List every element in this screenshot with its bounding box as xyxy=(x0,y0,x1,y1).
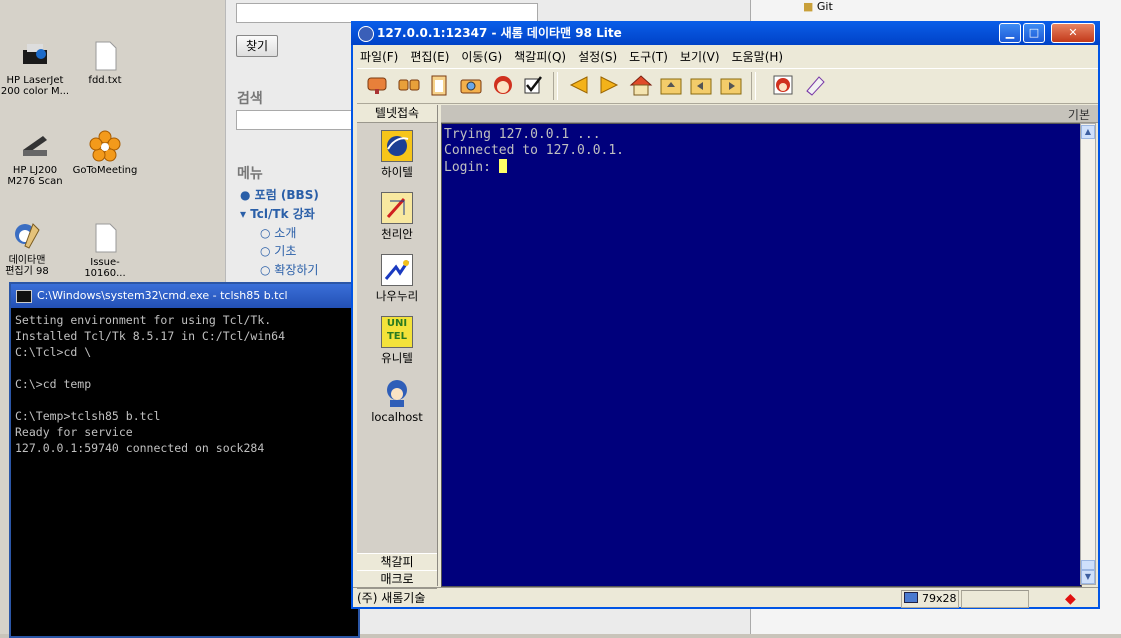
localhost-icon xyxy=(382,378,412,408)
datamen-editor-icon xyxy=(11,220,43,252)
scanner-icon xyxy=(19,130,51,162)
desktop-icon-datamen[interactable]: 데이타맨 편집기 98 xyxy=(0,220,62,277)
status-indicator-icon: ◆ xyxy=(1065,591,1076,607)
app-icon xyxy=(358,26,374,42)
desktop-icon-label: 데이타맨 편집기 98 xyxy=(5,255,49,277)
minimize-button[interactable]: ▁ xyxy=(999,23,1021,43)
desktop-icon-scanner[interactable]: HP LJ200 M276 Scan xyxy=(0,130,70,187)
search-heading: 검색 xyxy=(237,91,263,107)
unitel-icon: UNI TEL xyxy=(381,316,413,348)
hitel-icon xyxy=(381,130,413,162)
desktop-icon-fdd[interactable]: fdd.txt xyxy=(70,40,140,86)
menu-settings[interactable]: 설정(S) xyxy=(571,48,622,65)
folder-forward-icon[interactable] xyxy=(719,73,743,97)
scroll-thumb[interactable] xyxy=(1081,560,1095,570)
chollian-icon xyxy=(381,192,413,224)
folder-up-icon[interactable] xyxy=(659,73,683,97)
status-company: (주) 새롬기술 xyxy=(357,591,426,605)
text-file-icon xyxy=(89,222,121,254)
scroll-up-arrow[interactable]: ▲ xyxy=(1081,125,1095,139)
toolbar xyxy=(357,68,1098,104)
menu-goto[interactable]: 이동(G) xyxy=(454,48,507,65)
character-icon[interactable] xyxy=(491,73,515,97)
menu-item-basics[interactable]: ○ 기초 xyxy=(260,242,296,259)
desktop-icon-label: fdd.txt xyxy=(88,75,122,86)
explorer-item-git[interactable]: ■ Git xyxy=(803,0,833,13)
gotomeeting-icon xyxy=(89,130,121,162)
tab-default[interactable]: 기본 xyxy=(1068,106,1090,123)
datamen-window[interactable]: 127.0.0.1:12347 - 새롬 데이타맨 98 Lite ▁ □ ✕ … xyxy=(351,21,1100,609)
toolbar-separator xyxy=(553,72,558,100)
desktop-icon-label: GoToMeeting xyxy=(72,165,138,176)
sidebar-item-localhost[interactable]: localhost xyxy=(357,378,437,424)
menu-item-intro[interactable]: ○ 소개 xyxy=(260,224,296,241)
search-top-input[interactable] xyxy=(236,3,538,23)
statusbar: (주) 새롬기술 79x28 ◆ xyxy=(353,587,1098,608)
arrow-right-icon[interactable] xyxy=(597,73,621,97)
maximize-button[interactable]: □ xyxy=(1023,23,1045,43)
scroll-down-arrow[interactable]: ▼ xyxy=(1081,570,1095,584)
menu-edit[interactable]: 편집(E) xyxy=(403,48,454,65)
text-file-icon xyxy=(89,40,121,72)
desktop-icon-issue[interactable]: Issue-10160... xyxy=(70,222,140,279)
session-tabbar: 기본 xyxy=(441,105,1098,123)
window-title: 127.0.0.1:12347 - 새롬 데이타맨 98 Lite xyxy=(377,26,622,40)
menu-file[interactable]: 파일(F) xyxy=(353,48,403,65)
sidebar-item-unitel[interactable]: UNI TEL 유니텔 xyxy=(357,316,437,366)
home-icon[interactable] xyxy=(629,73,653,97)
menu-item-extend[interactable]: ○ 확장하기 xyxy=(260,261,318,278)
printer-icon xyxy=(19,40,51,72)
nownuri-icon xyxy=(381,254,413,286)
folder-icon: ■ xyxy=(803,0,814,13)
desktop-icon-printer[interactable]: HP LaserJet 200 color M... xyxy=(0,40,70,97)
terminal-output: Trying 127.0.0.1 ... Connected to 127.0.… xyxy=(444,127,625,175)
disconnect-icon[interactable] xyxy=(397,73,421,97)
terminal-cursor xyxy=(498,159,507,173)
status-size: 79x28 xyxy=(901,590,959,608)
terminal-scrollbar[interactable]: ▲ ▼ xyxy=(1080,123,1096,585)
menu-item-forum[interactable]: ● 포럼 (BBS) xyxy=(240,186,319,203)
menu-heading: 메뉴 xyxy=(237,166,263,182)
check-icon[interactable] xyxy=(521,73,545,97)
menu-view[interactable]: 보기(V) xyxy=(673,48,725,65)
window-titlebar[interactable]: 127.0.0.1:12347 - 새롬 데이타맨 98 Lite ▁ □ ✕ xyxy=(351,21,1100,45)
folder-back-icon[interactable] xyxy=(689,73,713,97)
cmd-title: C:\Windows\system32\cmd.exe - tclsh85 b.… xyxy=(37,289,288,302)
cmd-window[interactable]: C:\Windows\system32\cmd.exe - tclsh85 b.… xyxy=(9,282,360,638)
toolbar-separator xyxy=(751,72,756,100)
terminal-screen[interactable]: Trying 127.0.0.1 ... Connected to 127.0.… xyxy=(441,123,1082,587)
console-icon xyxy=(16,290,32,303)
cmd-titlebar[interactable]: C:\Windows\system32\cmd.exe - tclsh85 b.… xyxy=(11,284,358,308)
eraser-icon[interactable] xyxy=(803,73,827,97)
arrow-left-icon[interactable] xyxy=(567,73,591,97)
clipboard-icon[interactable] xyxy=(427,73,451,97)
menu-tools[interactable]: 도구(T) xyxy=(622,48,673,65)
sidebar-item-nownuri[interactable]: 나우누리 xyxy=(357,254,437,304)
desktop-icon-gotomeeting[interactable]: GoToMeeting xyxy=(70,130,140,176)
desktop-icon-label: HP LaserJet 200 color M... xyxy=(0,75,70,97)
menu-item-tcltk[interactable]: ▾ Tcl/Tk 강좌 xyxy=(240,205,315,222)
desktop-icon-label: Issue-10160... xyxy=(84,257,126,279)
menubar: 파일(F) 편집(E) 이동(G) 책갈피(Q) 설정(S) 도구(T) 보기(… xyxy=(353,45,1098,67)
menu-help[interactable]: 도움말(H) xyxy=(725,48,789,65)
sidebar-item-hitel[interactable]: 하이텔 xyxy=(357,130,437,180)
menu-bookmark[interactable]: 책갈피(Q) xyxy=(507,48,571,65)
camera-icon[interactable] xyxy=(459,73,483,97)
close-button[interactable]: ✕ xyxy=(1051,23,1095,43)
screen-size-icon xyxy=(904,592,918,603)
sidebar-header[interactable]: 텔넷접속 xyxy=(357,105,437,123)
telnet-sidebar: 텔넷접속 하이텔 천리안 나우누리 UNI TEL 유니텔 localhost 책… xyxy=(357,105,438,589)
mascot-icon[interactable] xyxy=(771,73,795,97)
cmd-output: Setting environment for using Tcl/Tk. In… xyxy=(15,313,286,455)
connect-icon[interactable] xyxy=(365,73,389,97)
desktop-icon-label: HP LJ200 M276 Scan xyxy=(7,165,63,187)
status-empty-cell xyxy=(961,590,1029,608)
sidebar-item-chollian[interactable]: 천리안 xyxy=(357,192,437,242)
find-button[interactable]: 찾기 xyxy=(236,35,278,57)
